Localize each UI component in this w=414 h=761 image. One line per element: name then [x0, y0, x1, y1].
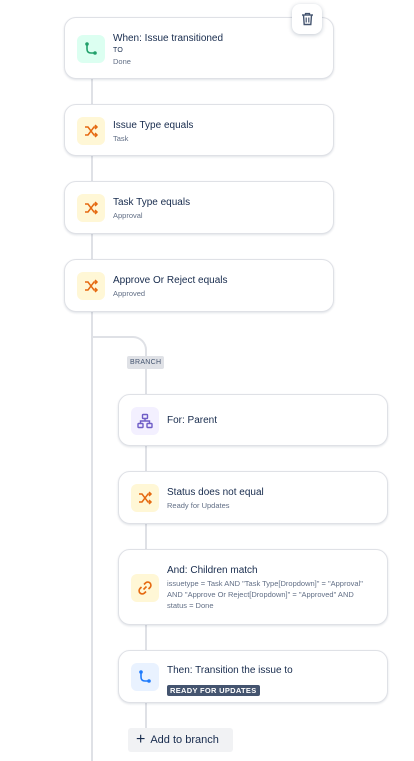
action-status-wrapper: READY FOR UPDATES — [167, 680, 260, 698]
action-title: Then: Transition the issue to — [167, 665, 293, 676]
condition-value: Ready for Updates — [167, 501, 230, 510]
branch-for-card[interactable]: For: Parent — [118, 394, 388, 446]
trigger-to-label: TO — [113, 47, 123, 54]
shuffle-icon — [131, 484, 159, 512]
condition-card-approve-or-reject[interactable]: Approve Or Reject equals Approved — [64, 259, 334, 312]
status-condition-card[interactable]: Status does not equal Ready for Updates — [118, 471, 388, 524]
link-icon — [131, 574, 159, 602]
add-to-branch-button[interactable]: + Add to branch — [128, 728, 233, 752]
condition-card-task-type[interactable]: Task Type equals Approval — [64, 181, 334, 234]
branch-for-title: For: Parent — [167, 415, 218, 426]
trigger-title: When: Issue transitioned — [113, 33, 224, 44]
children-match-title: And: Children match — [167, 565, 258, 576]
hierarchy-icon — [131, 407, 159, 435]
branch-tag: BRANCH — [127, 356, 165, 369]
condition-title: Issue Type equals — [113, 120, 194, 131]
condition-value: Approval — [113, 211, 143, 220]
shuffle-icon — [77, 194, 105, 222]
condition-value: Task — [113, 134, 129, 143]
delete-button[interactable] — [292, 4, 322, 34]
plus-icon: + — [136, 731, 146, 748]
condition-title: Approve Or Reject equals — [113, 275, 228, 286]
trigger-status: Done — [113, 57, 131, 66]
children-match-jql: issuetype = Task AND "Task Type[Dropdown… — [167, 579, 363, 610]
children-match-card[interactable]: And: Children match issuetype = Task AND… — [118, 549, 388, 625]
trash-icon — [301, 12, 313, 26]
transition-icon — [77, 35, 105, 63]
condition-value: Approved — [113, 289, 146, 298]
condition-title: Status does not equal — [167, 487, 264, 498]
transition-action-card[interactable]: Then: Transition the issue to READY FOR … — [118, 650, 388, 703]
condition-title: Task Type equals — [113, 197, 191, 208]
add-to-branch-label: Add to branch — [150, 734, 219, 746]
condition-card-issue-type[interactable]: Issue Type equals Task — [64, 104, 334, 156]
transition-icon — [131, 663, 159, 691]
status-lozenge: READY FOR UPDATES — [167, 685, 260, 696]
shuffle-icon — [77, 272, 105, 300]
shuffle-icon — [77, 117, 105, 145]
